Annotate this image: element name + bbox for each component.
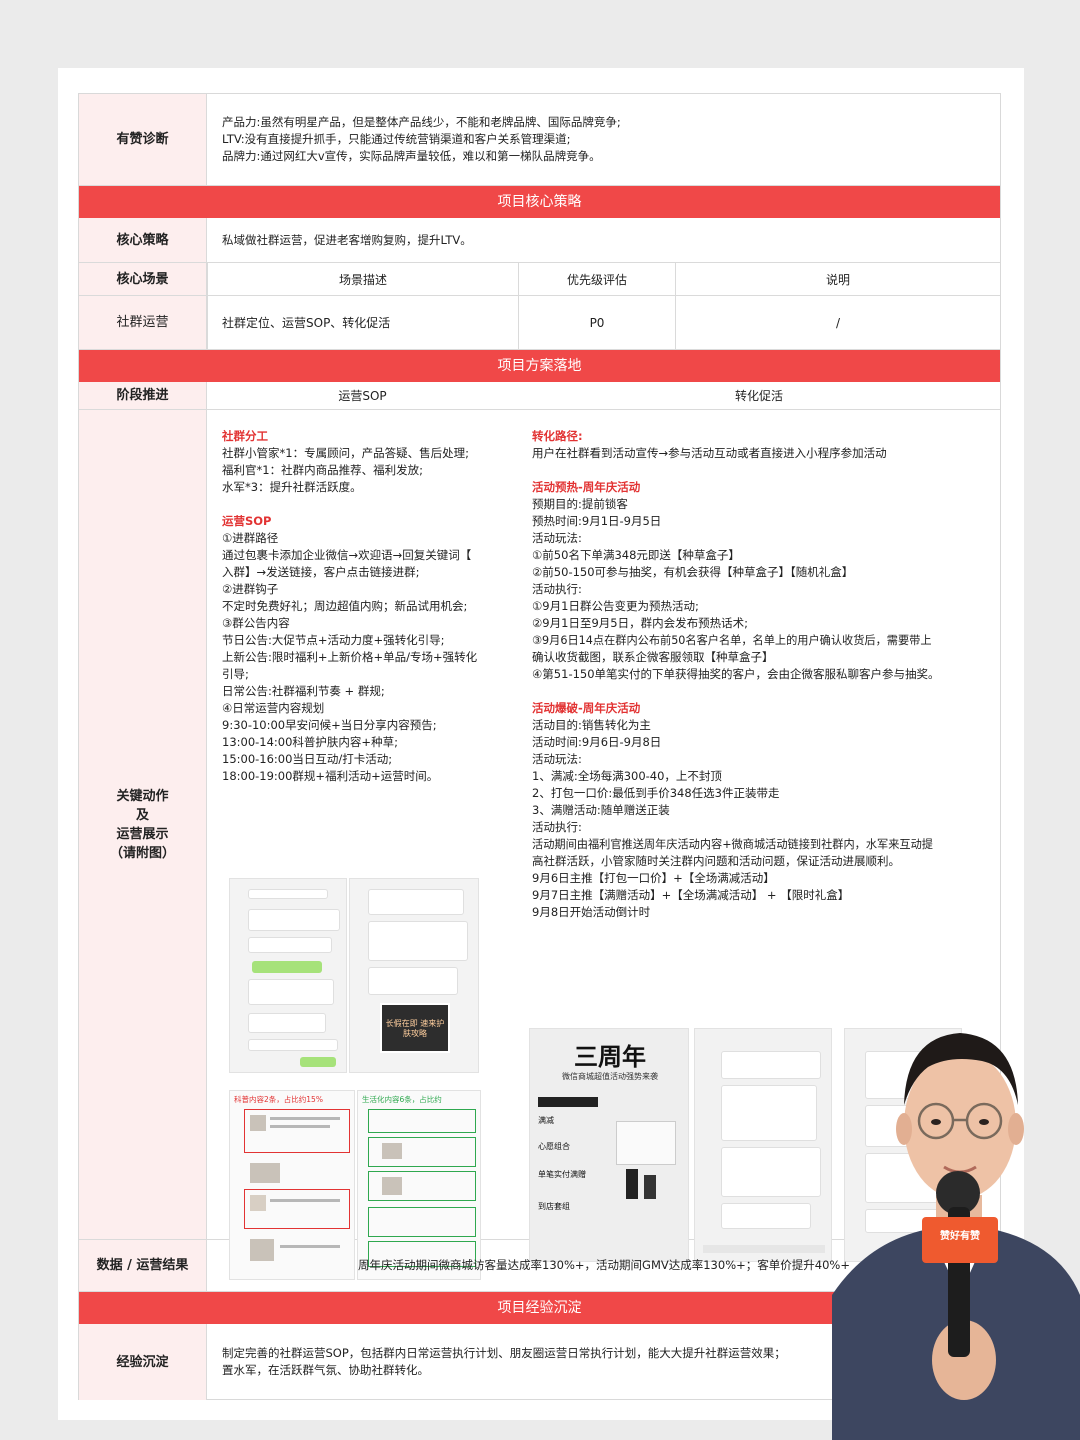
burst-title: 活动爆破-周年庆活动 [532,701,641,715]
poster-item: 单笔实付满赠 [538,1170,586,1179]
warmup-line: ③9月6日14点在群内公布前50名客户名单，名单上的用户确认收货后，需要带上 [532,634,932,647]
poster-item: 到店套组 [538,1202,570,1211]
poster-item: 满减 [538,1116,554,1125]
sop-line: 上新公告:限时福利+上新价格+单品/专场+强转化 [222,650,478,664]
stage-label: 阶段推进 [79,382,207,409]
burst-line: 活动玩法: [532,752,582,766]
burst-line: 9月6日主推【打包一口价】+【全场满减活动】 [532,871,775,885]
path-text: 用户在社群看到活动宣传→参与活动互动或者直接进入小程序参加活动 [532,446,887,460]
burst-line: 活动时间:9月6日-9月8日 [532,735,662,749]
burst-line: 活动执行: [532,820,582,834]
community-ops-label: 社群运营 [79,296,207,349]
burst-line: 活动期间由福利官推送周年庆活动内容+微商城活动链接到社群内，水军来互动提 [532,838,933,851]
sop-line: 不定时免费好礼；周边超值内购；新品试用机会; [222,599,468,613]
result-label: 数据 / 运营结果 [79,1240,207,1291]
key-actions-label-line: （请附图） [109,845,175,861]
key-actions-label-line: 运营展示 [116,826,169,842]
diagnosis-content: 产品力:虽然有明星产品，但是整体产品线少，不能和老牌品牌、国际品牌竞争; LTV… [208,94,1000,185]
sop-line: 日常公告:社群福利节奏 + 群规; [222,684,385,698]
note-value: / [675,296,1000,349]
header-priority: 优先级评估 [518,263,675,295]
burst-line: 2、打包一口价:最低到手价348任选3件正装带走 [532,786,780,800]
conversion-column: 转化路径: 用户在社群看到活动宣传→参与活动互动或者直接进入小程序参加活动 活动… [532,428,997,921]
stage-col-conversion: 转化促活 [734,389,783,403]
presenter-photo: 赞好有赞 [832,995,1080,1440]
core-strategy-row: 核心策略 私域做社群运营，促进老客增购复购，提升LTV。 [79,218,1000,263]
sop-line: ③群公告内容 [222,616,290,630]
diagnosis-label: 有赞诊断 [79,94,207,185]
sop-line: 节日公告:大促节点+活动力度+强转化引导; [222,633,445,647]
stage-col-sop: 运营SOP [338,389,387,403]
diagnosis-row: 有赞诊断 产品力:虽然有明星产品，但是整体产品线少，不能和老牌品牌、国际品牌竞争… [79,94,1000,186]
sop-title: 运营SOP [222,514,272,528]
core-strategy-label: 核心策略 [79,218,207,262]
chat-screenshot [229,878,347,1073]
warmup-line: ①前50名下单满348元即送【种草盒子】 [532,548,740,562]
warmup-line: 确认收货截图，联系企微客服领取【种草盒子】 [532,650,774,664]
core-scene-label: 核心场景 [79,263,207,295]
key-actions-label: 关键动作 及 运营展示 （请附图） [79,410,207,1239]
sop-line: ②进群钩子 [222,582,279,596]
promo-card-image: 长假在即 速来护肤攻略 [380,1003,450,1053]
banner-core-strategy: 项目核心策略 [79,186,1000,218]
banner-plan: 项目方案落地 [79,350,1000,382]
division-line: 福利官*1：社群内商品推荐、福利发放; [222,463,423,477]
promo-card-text: 长假在即 速来护肤攻略 [385,1019,445,1038]
division-line: 社群小管家*1：专属顾问，产品答疑、售后处理; [222,446,469,460]
burst-line: 9月7日主推【满赠活动】+【全场满减活动】 + 【限时礼盒】 [532,888,850,902]
community-ops-row: 社群运营 社群定位、运营SOP、转化促活 P0 / [79,296,1000,350]
anniversary-poster: 三周年 微信商城超值活动强势来袭 满减 心愿组合 单笔实付满赠 到店套组 [529,1028,689,1262]
experience-label: 经验沉淀 [79,1324,207,1400]
warmup-line: ④第51-150单笔实付的下单获得抽奖的客户，会由企微客服私聊客户参与抽奖。 [532,667,940,681]
sop-column: 社群分工 社群小管家*1：专属顾问，产品答疑、售后处理; 福利官*1：社群内商品… [222,428,517,785]
poster-item: 心愿组合 [538,1142,570,1151]
warmup-line: 活动玩法: [532,531,582,545]
chat-screenshot [694,1028,832,1262]
core-scene-header-row: 核心场景 场景描述 优先级评估 说明 [79,263,1000,296]
division-title: 社群分工 [222,429,268,443]
burst-line: 9月8日开始活动倒计时 [532,905,651,919]
warmup-line: ②9月1日至9月5日，群内会发布预热话术; [532,616,748,630]
sop-line: ①进群路径 [222,531,279,545]
poster-subtitle: 微信商城超值活动强势来袭 [562,1072,658,1081]
warmup-line: 活动执行: [532,582,582,596]
warmup-title: 活动预热-周年庆活动 [532,480,641,494]
sop-line: 9:30-10:00早安问候+当日分享内容预告; [222,718,437,732]
sop-line: 18:00-19:00群规+福利活动+运营时间。 [222,769,439,783]
key-actions-label-line: 关键动作 [116,788,169,804]
diagnosis-line: LTV:没有直接提升抓手，只能通过传统营销渠道和客户关系管理渠道; [222,132,571,146]
sop-line: 引导; [222,667,249,681]
header-note: 说明 [675,263,1000,295]
diagnosis-line: 产品力:虽然有明星产品，但是整体产品线少，不能和老牌品牌、国际品牌竞争; [222,115,621,129]
feed-tag: 生活化内容6条，占比约 [362,1095,442,1104]
chat-screenshot: 长假在即 速来护肤攻略 [349,878,479,1073]
header-scene-desc: 场景描述 [207,263,518,295]
burst-line: 1、满减:全场每满300-40，上不封顶 [532,769,722,783]
product-image [616,1121,676,1165]
priority-value: P0 [518,296,675,349]
division-line: 水军*3：提升社群活跃度。 [222,480,362,494]
sop-line: 15:00-16:00当日互动/打卡活动; [222,752,393,766]
sop-line: 13:00-14:00科普护肤内容+种草; [222,735,398,749]
diagnosis-line: 品牌力:通过网红大v宣传，实际品牌声量较低，难以和第一梯队品牌竞争。 [222,149,601,163]
key-actions-label-line: 及 [135,807,149,823]
feed-tag: 科普内容2条，占比约15% [234,1095,323,1104]
sop-line: 入群】→发送链接，客户点击链接进群; [222,565,420,579]
mic-flag-text: 赞好有赞 [940,1231,980,1242]
sop-line: ④日常运营内容规划 [222,701,325,715]
path-title: 转化路径: [532,429,583,443]
sop-line: 通过包裹卡添加企业微信→欢迎语→回复关键词【 [222,548,472,562]
burst-line: 3、满赠活动:随单赠送正装 [532,803,670,817]
stage-row: 阶段推进 运营SOP 转化促活 [79,382,1000,410]
warmup-line: 预热时间:9月1日-9月5日 [532,514,662,528]
warmup-line: 预期目的:提前锁客 [532,497,628,511]
warmup-line: ②前50-150可参与抽奖，有机会获得【种草盒子】【随机礼盒】 [532,565,854,579]
warmup-line: ①9月1日群公告变更为预热活动; [532,599,699,613]
poster-title: 三周年 [574,1043,646,1071]
burst-line: 高社群活跃，小管家随时关注群内问题和活动问题，保证活动进展顺利。 [532,854,900,868]
scene-desc-value: 社群定位、运营SOP、转化促活 [207,296,518,349]
core-strategy-text: 私域做社群运营，促进老客增购复购，提升LTV。 [222,232,472,247]
burst-line: 活动目的:销售转化为主 [532,718,651,732]
